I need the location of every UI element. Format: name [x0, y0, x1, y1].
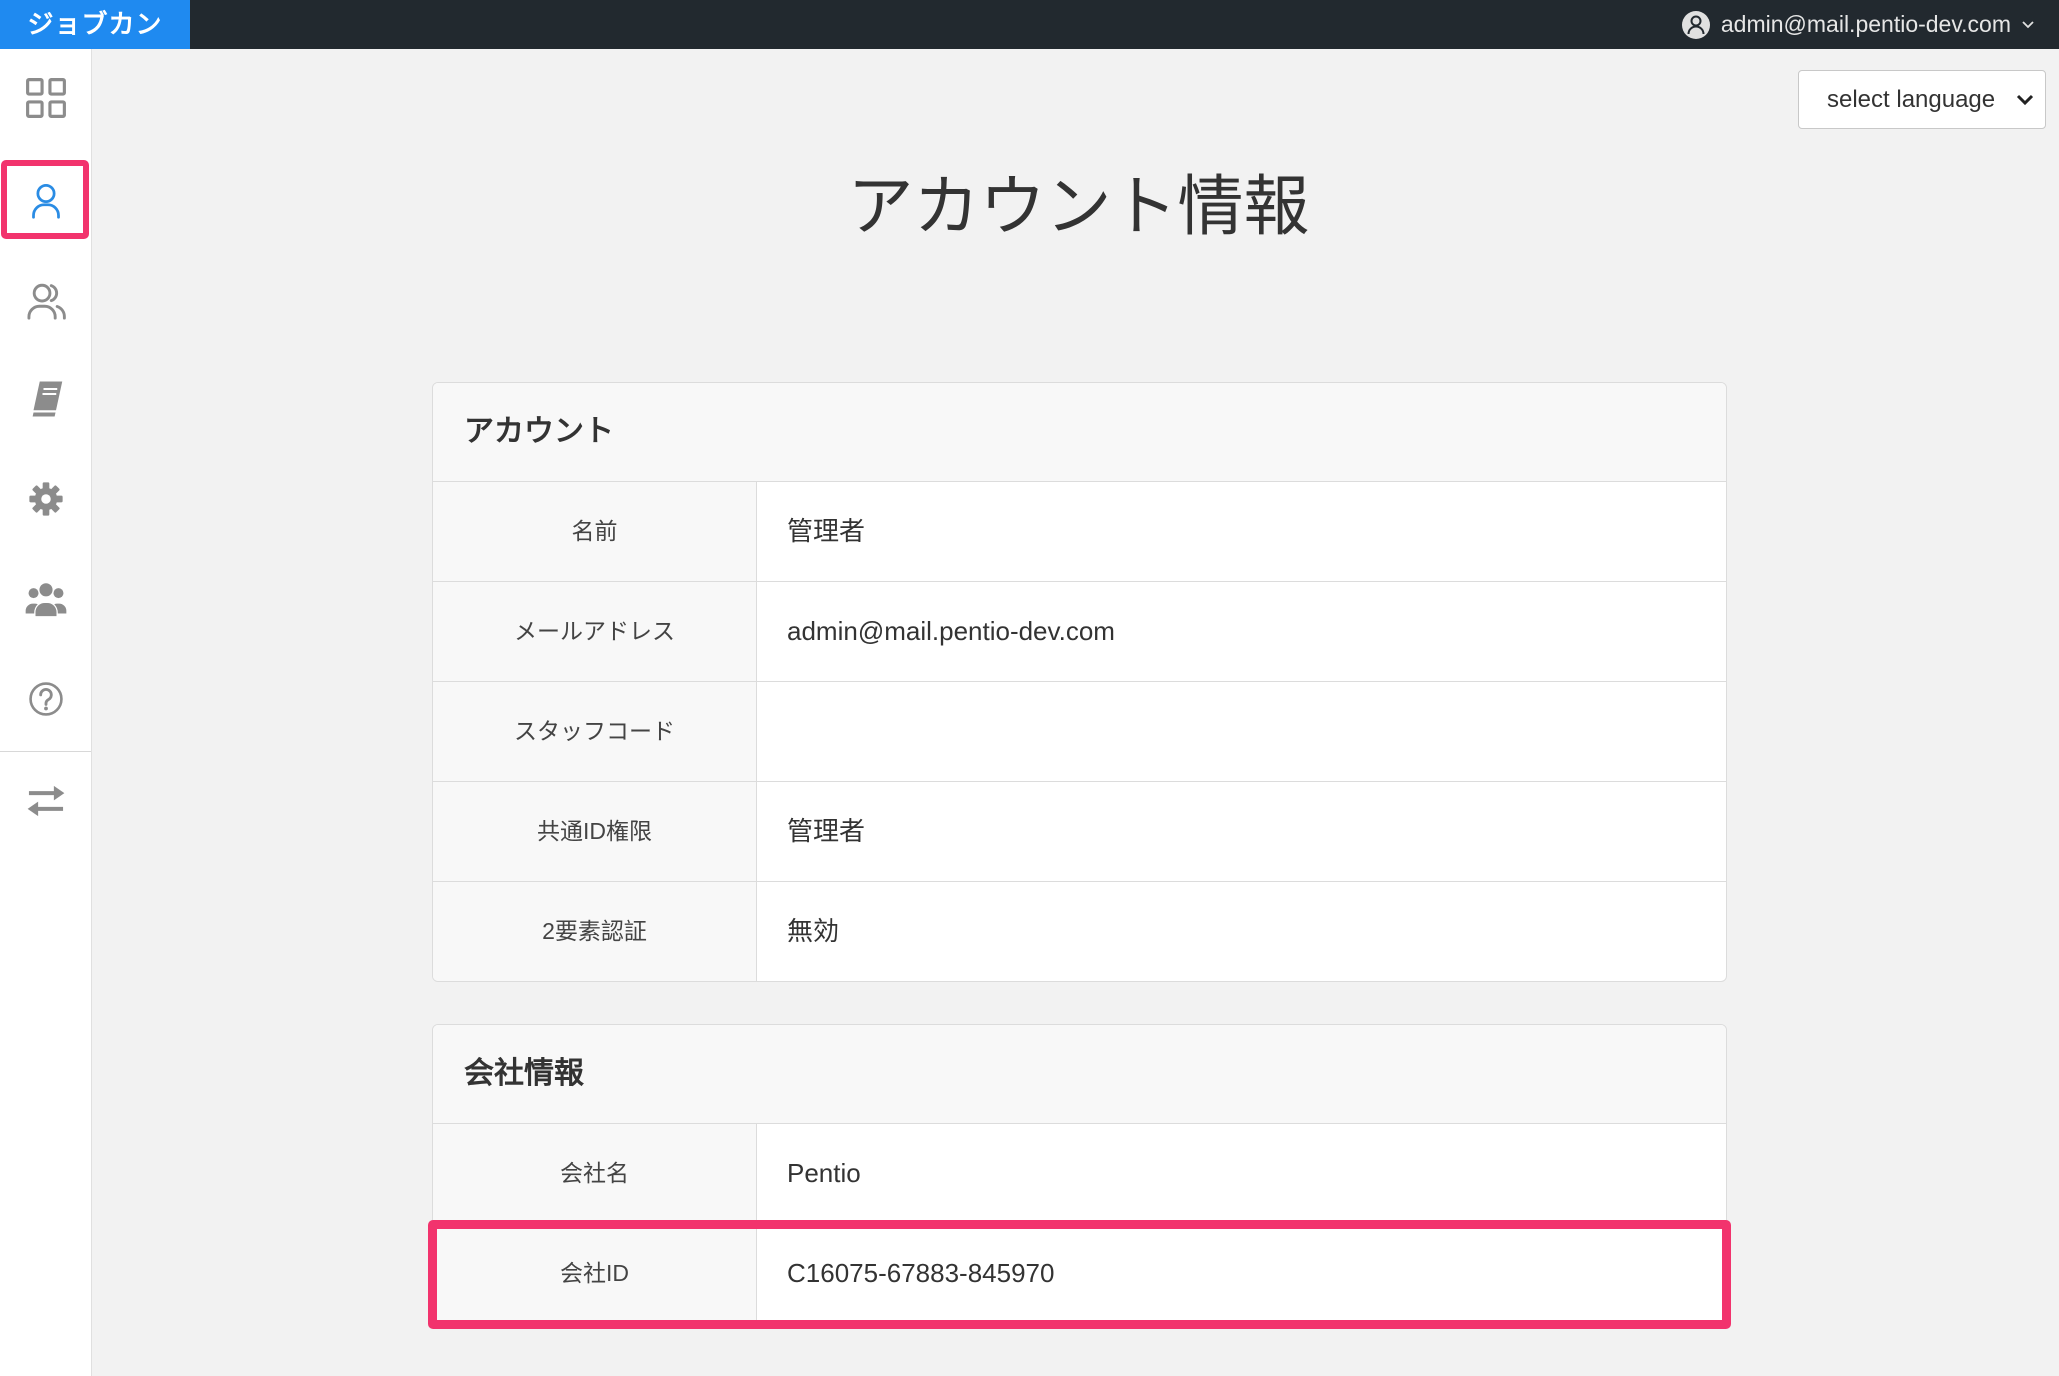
row-value: 管理者: [787, 516, 866, 546]
row-value: admin@mail.pentio-dev.com: [787, 616, 1115, 646]
row-value: Pentio: [787, 1158, 861, 1188]
row-label: スタッフコード: [433, 682, 757, 781]
account-row-email: メールアドレス admin@mail.pentio-dev.com: [433, 582, 1726, 682]
row-label: 共通ID権限: [433, 782, 757, 881]
app-logo[interactable]: ジョブカン: [0, 0, 190, 49]
user-icon: [26, 181, 66, 221]
user-email: admin@mail.pentio-dev.com: [1720, 11, 2011, 37]
group-icon: [25, 578, 67, 620]
user-menu[interactable]: admin@mail.pentio-dev.com: [1681, 0, 2035, 49]
users-icon: [25, 280, 67, 322]
row-label: 会社名: [433, 1124, 757, 1223]
sidebar-item-help[interactable]: [0, 659, 91, 739]
row-value: [757, 682, 1726, 781]
chevron-down-icon: [2021, 18, 2035, 32]
sidebar-item-manual[interactable]: [0, 359, 91, 439]
row-label: 名前: [433, 482, 757, 581]
gear-icon: [27, 480, 65, 518]
row-label: 会社ID: [433, 1224, 757, 1323]
account-row-2fa: 2要素認証 無効: [433, 882, 1726, 981]
help-icon: [27, 680, 65, 718]
grid-icon: [25, 77, 67, 119]
row-value: C16075-67883-845970: [787, 1258, 1055, 1288]
company-row-name: 会社名 Pentio: [433, 1124, 1726, 1224]
language-select[interactable]: select language: [1798, 70, 2046, 129]
exchange-icon: [25, 780, 67, 822]
row-value: 無効: [787, 916, 840, 946]
sidebar-item-users[interactable]: [0, 261, 91, 341]
account-row-name: 名前 管理者: [433, 482, 1726, 582]
row-value: 管理者: [787, 816, 866, 846]
sidebar: [0, 49, 92, 1376]
account-row-permission: 共通ID権限 管理者: [433, 782, 1726, 882]
sidebar-divider: [0, 751, 91, 752]
company-row-id: 会社ID C16075-67883-845970: [433, 1224, 1726, 1323]
sidebar-item-account[interactable]: [0, 161, 91, 241]
top-bar: ジョブカン admin@mail.pentio-dev.com: [0, 0, 2059, 49]
account-row-staff-code: スタッフコード: [433, 682, 1726, 782]
sidebar-item-groups[interactable]: [0, 559, 91, 639]
page-title: アカウント情報: [847, 169, 1310, 243]
book-icon: [26, 379, 66, 419]
account-card: アカウント 名前 管理者 メールアドレス admin@mail.pentio-d…: [432, 382, 1727, 982]
account-card-heading: アカウント: [433, 383, 1726, 482]
sidebar-item-switch[interactable]: [0, 761, 91, 841]
sidebar-item-settings[interactable]: [0, 459, 91, 539]
company-card-heading: 会社情報: [433, 1025, 1726, 1124]
row-label: 2要素認証: [433, 882, 757, 981]
user-circle-icon: [1681, 10, 1711, 40]
sidebar-item-dashboard[interactable]: [0, 58, 91, 138]
company-card: 会社情報 会社名 Pentio 会社ID C16075-67883-845970: [432, 1024, 1727, 1324]
row-label: メールアドレス: [433, 582, 757, 681]
language-select-value: select language: [1827, 86, 1996, 113]
